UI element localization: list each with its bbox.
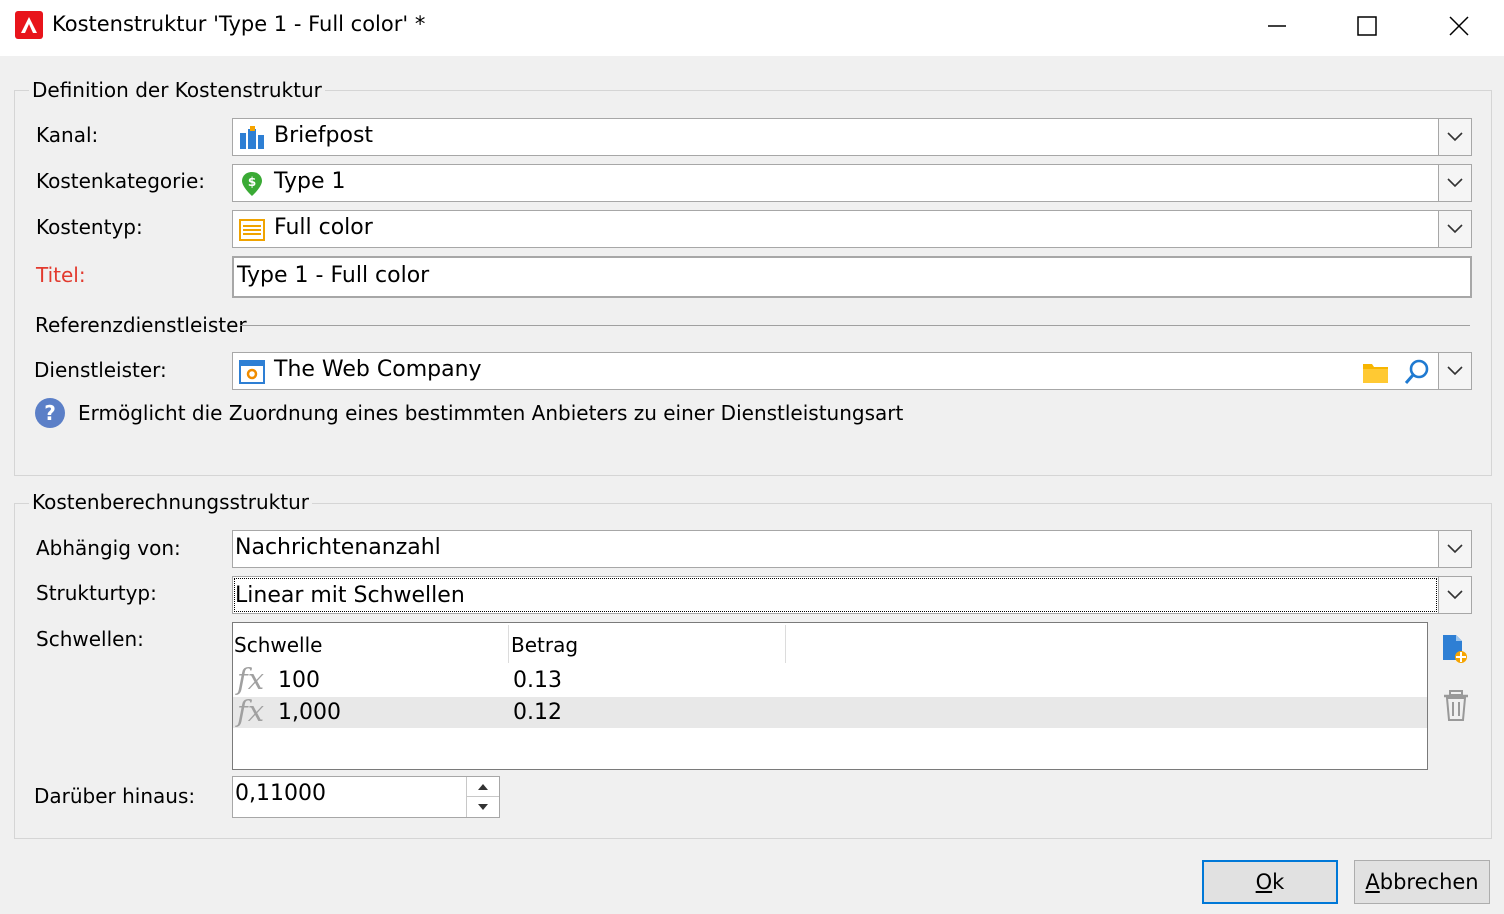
cost-category-icon: $ [242,172,262,196]
spin-up-button[interactable] [467,777,499,797]
app-logo-icon [15,11,43,39]
kostentyp-value: Full color [274,215,373,240]
dienstleister-value: The Web Company [274,357,482,382]
calculation-group-title: Kostenberechnungsstruktur [29,490,312,514]
titel-input[interactable]: Type 1 - Full color [232,256,1472,298]
chevron-down-icon[interactable] [1438,211,1471,247]
darueber-spinbox[interactable]: 0,11000 [232,776,500,818]
maximize-button[interactable] [1322,0,1412,52]
referenz-section-title: Referenzdienstleister [35,313,247,337]
kanal-combobox[interactable]: Briefpost [232,118,1472,156]
schwellen-label: Schwellen: [36,627,144,651]
help-icon: ? [35,398,65,428]
definition-group-title: Definition der Kostenstruktur [29,78,325,102]
trash-icon[interactable] [1441,689,1471,723]
formula-icon: fx [237,694,265,728]
kategorie-value: Type 1 [274,169,346,194]
close-icon [1449,16,1469,36]
table-header: Schwelle Betrag [233,623,1427,663]
add-row-icon[interactable] [1440,632,1470,666]
service-provider-icon [239,360,265,384]
chevron-down-icon[interactable] [1438,119,1471,155]
abhaengig-label: Abhängig von: [36,536,181,560]
betrag-cell: 0.13 [513,668,562,693]
svg-text:$: $ [248,175,256,189]
ok-button[interactable]: Ok [1202,860,1338,904]
chevron-down-icon[interactable] [1438,353,1471,389]
titel-value: Type 1 - Full color [237,263,430,288]
titel-label: Titel: [36,263,86,287]
kostentyp-label: Kostentyp: [36,215,143,239]
section-divider [240,325,1470,326]
cancel-button[interactable]: Abbrechen [1354,860,1490,904]
abhaengig-value: Nachrichtenanzahl [235,535,441,560]
spin-buttons [466,777,499,817]
cancel-button-label: bbrechen [1379,870,1479,894]
column-divider [508,625,509,663]
maximize-icon [1357,16,1377,36]
kategorie-combobox[interactable]: $ Type 1 [232,164,1472,202]
strukturtyp-label: Strukturtyp: [36,581,157,605]
help-text: Ermöglicht die Zuordnung eines bestimmte… [78,401,904,425]
list-icon [239,219,265,241]
betrag-cell: 0.12 [513,700,562,725]
schwelle-cell: 1,000 [278,700,341,725]
table-row[interactable]: fx 100 0.13 [233,662,1427,696]
arrow-down-icon [478,804,488,810]
kanal-value: Briefpost [274,123,374,148]
chevron-down-icon[interactable] [1438,531,1471,567]
abhaengig-combobox[interactable]: Nachrichtenanzahl [232,530,1472,568]
cancel-button-mnemonic: A [1365,870,1380,894]
strukturtyp-combobox[interactable]: Linear mit Schwellen [232,576,1472,614]
window-title: Kostenstruktur 'Type 1 - Full color' * [52,12,426,36]
svg-text:?: ? [44,401,56,425]
thresholds-table[interactable]: Schwelle Betrag fx 100 0.13 fx 1,000 0.1… [232,622,1428,770]
kostentyp-combobox[interactable]: Full color [232,210,1472,248]
folder-icon[interactable] [1361,358,1391,386]
dienstleister-combobox[interactable]: The Web Company [232,352,1472,390]
ok-button-mnemonic: O [1255,870,1273,894]
mailbox-icon [240,126,264,149]
table-row[interactable]: fx 1,000 0.12 [233,694,1427,728]
dialog-body: Definition der Kostenstruktur Kanal: Bri… [0,56,1504,914]
column-header-betrag[interactable]: Betrag [511,633,578,657]
minimize-icon [1268,25,1286,27]
arrow-up-icon [478,783,488,790]
chevron-down-icon[interactable] [1438,577,1471,613]
formula-icon: fx [237,662,265,696]
column-divider [785,625,786,663]
schwelle-cell: 100 [278,668,320,693]
column-header-schwelle[interactable]: Schwelle [234,633,322,657]
kategorie-label: Kostenkategorie: [36,169,205,193]
minimize-button[interactable] [1232,0,1322,52]
close-button[interactable] [1414,0,1504,52]
title-bar: Kostenstruktur 'Type 1 - Full color' * [0,0,1504,52]
chevron-down-icon[interactable] [1438,165,1471,201]
darueber-value: 0,11000 [235,781,326,806]
spin-down-button[interactable] [467,797,499,817]
kanal-label: Kanal: [36,123,99,147]
dienstleister-label: Dienstleister: [34,358,167,382]
ok-button-label: k [1272,870,1285,894]
darueber-label: Darüber hinaus: [34,784,196,808]
strukturtyp-value: Linear mit Schwellen [235,583,465,608]
search-icon[interactable] [1403,358,1431,386]
